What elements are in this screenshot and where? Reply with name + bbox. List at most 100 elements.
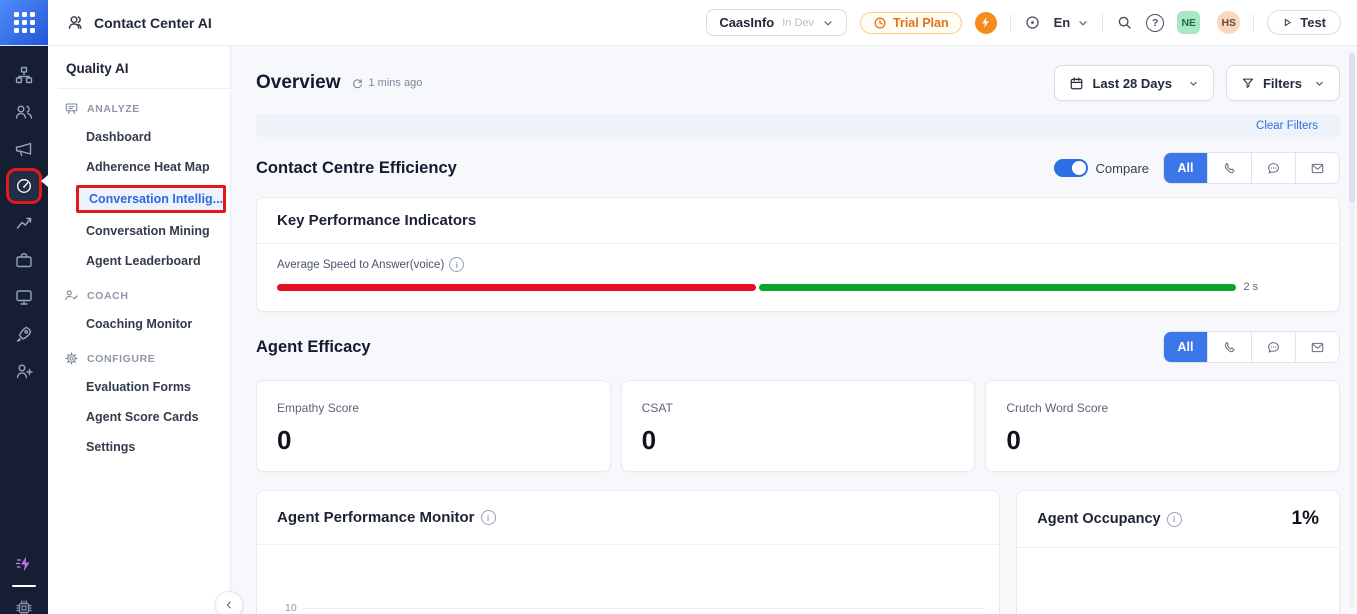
section-label: CONFIGURE	[87, 353, 155, 365]
refresh-icon[interactable]	[351, 77, 364, 90]
channel-tab-all[interactable]: All	[1164, 332, 1207, 362]
section-configure: CONFIGURE	[48, 339, 230, 372]
divider	[1102, 14, 1103, 32]
filter-strip: Clear Filters	[256, 114, 1340, 137]
avatar-hs[interactable]: HS	[1217, 11, 1240, 34]
envelope-icon	[1310, 340, 1325, 355]
trial-plan-badge[interactable]: Trial Plan	[860, 12, 962, 34]
sidebar-item-coaching-monitor[interactable]: Coaching Monitor	[48, 309, 230, 339]
people-check-icon	[64, 288, 79, 303]
target-icon[interactable]	[1024, 14, 1041, 31]
rail-item-workspace[interactable]	[0, 248, 48, 272]
rail-item-ai-assist[interactable]	[0, 552, 48, 576]
agents-icon	[66, 13, 85, 32]
lightning-icon	[979, 16, 992, 29]
channel-tab-all[interactable]: All	[1164, 153, 1207, 183]
performance-card-title: Agent Performance Monitor	[277, 509, 475, 526]
ai-flash-icon	[14, 554, 34, 574]
avatar-ne[interactable]: NE	[1177, 11, 1200, 34]
info-icon[interactable]: i	[481, 510, 496, 525]
sidebar: Quality AI ANALYZE Dashboard Adherence H…	[48, 45, 231, 614]
chevron-down-icon	[1188, 78, 1199, 89]
occupancy-card-title: Agent Occupancy	[1037, 511, 1160, 527]
divider	[1253, 14, 1254, 32]
sidebar-item-agent-leaderboard[interactable]: Agent Leaderboard	[48, 246, 230, 276]
rail-item-invite[interactable]	[0, 359, 48, 383]
stat-value: 0	[1006, 425, 1319, 456]
efficiency-channel-tabs: All	[1163, 152, 1340, 184]
occupancy-value: 1%	[1292, 508, 1319, 530]
filters-button[interactable]: Filters	[1226, 65, 1340, 101]
rail-item-users[interactable]	[0, 100, 48, 124]
selected-item-arrow	[41, 175, 48, 187]
monitor-icon	[14, 287, 34, 307]
channel-tab-chat[interactable]	[1251, 153, 1295, 183]
efficiency-section-title: Contact Centre Efficiency	[256, 159, 457, 178]
kpi-bar-green	[759, 284, 1235, 291]
date-range-label: Last 28 Days	[1092, 76, 1172, 91]
search-icon[interactable]	[1116, 14, 1133, 31]
sidebar-item-agent-score-cards[interactable]: Agent Score Cards	[48, 402, 230, 432]
rail-item-desktop[interactable]	[0, 285, 48, 309]
org-selector[interactable]: CaasInfo In Dev	[706, 9, 847, 36]
org-name: CaasInfo	[719, 15, 774, 30]
sidebar-item-settings[interactable]: Settings	[48, 432, 230, 462]
rail-item-system[interactable]	[0, 596, 48, 614]
divider	[1010, 14, 1011, 32]
kpi-card: Key Performance Indicators Average Speed…	[256, 197, 1340, 312]
sidebar-item-evaluation-forms[interactable]: Evaluation Forms	[48, 372, 230, 402]
compare-toggle[interactable]	[1054, 159, 1088, 177]
sidebar-item-conversation-mining[interactable]: Conversation Mining	[48, 216, 230, 246]
channel-tab-email[interactable]	[1295, 332, 1339, 362]
section-label: COACH	[87, 290, 129, 302]
trial-plan-label: Trial Plan	[893, 16, 949, 30]
info-icon[interactable]: i	[1167, 512, 1182, 527]
avatar-initials: HS	[1221, 17, 1236, 29]
kpi-bar: 2 s	[277, 281, 1319, 293]
gridline	[302, 608, 984, 609]
clear-filters-link[interactable]: Clear Filters	[1256, 120, 1318, 132]
channel-tab-email[interactable]	[1295, 153, 1339, 183]
channel-tab-voice[interactable]	[1207, 332, 1251, 362]
user-plus-icon	[14, 361, 34, 381]
agent-occupancy-card: Agent Occupancy i 1%	[1016, 490, 1340, 614]
phone-icon	[1222, 161, 1237, 176]
stat-label: Empathy Score	[277, 401, 590, 415]
kpi-card-title: Key Performance Indicators	[257, 198, 1339, 244]
info-icon[interactable]: i	[449, 257, 464, 272]
channel-tab-chat[interactable]	[1251, 332, 1295, 362]
sidebar-item-adherence-heat-map[interactable]: Adherence Heat Map	[48, 152, 230, 182]
app-launcher-button[interactable]	[0, 0, 48, 45]
test-button[interactable]: Test	[1267, 10, 1341, 35]
channel-tab-voice[interactable]	[1207, 153, 1251, 183]
users-icon	[14, 102, 34, 122]
product-title: Quality AI	[48, 45, 230, 76]
kpi-value: 2 s	[1244, 281, 1259, 293]
date-range-button[interactable]: Last 28 Days	[1054, 65, 1214, 101]
language-selector[interactable]: En	[1054, 15, 1090, 30]
rail-item-routing[interactable]	[0, 63, 48, 87]
stat-value: 0	[642, 425, 955, 456]
rocket-icon	[14, 324, 34, 344]
rail-item-campaigns[interactable]	[0, 137, 48, 161]
rail-item-launch[interactable]	[0, 322, 48, 346]
rail-item-analytics[interactable]	[0, 211, 48, 235]
presentation-icon	[64, 101, 79, 116]
help-icon[interactable]: ?	[1146, 14, 1164, 32]
kpi-bar-red	[277, 284, 756, 291]
divider	[12, 585, 36, 587]
sidebar-item-dashboard[interactable]: Dashboard	[48, 122, 230, 152]
chevron-down-icon	[1314, 78, 1325, 89]
sidebar-collapse-button[interactable]	[215, 591, 243, 614]
boost-button[interactable]	[975, 12, 997, 34]
test-button-label: Test	[1300, 15, 1326, 30]
section-coach: COACH	[48, 276, 230, 309]
funnel-icon	[1241, 76, 1255, 90]
gear-icon	[64, 351, 79, 366]
sidebar-item-conversation-intelligence[interactable]: Conversation Intellig...	[76, 185, 226, 213]
gauge-icon-selected	[9, 171, 39, 201]
phone-icon	[1222, 340, 1237, 355]
chat-icon	[1266, 340, 1281, 355]
app-title: Contact Center AI	[66, 13, 212, 32]
scrollbar-thumb[interactable]	[1349, 53, 1355, 203]
